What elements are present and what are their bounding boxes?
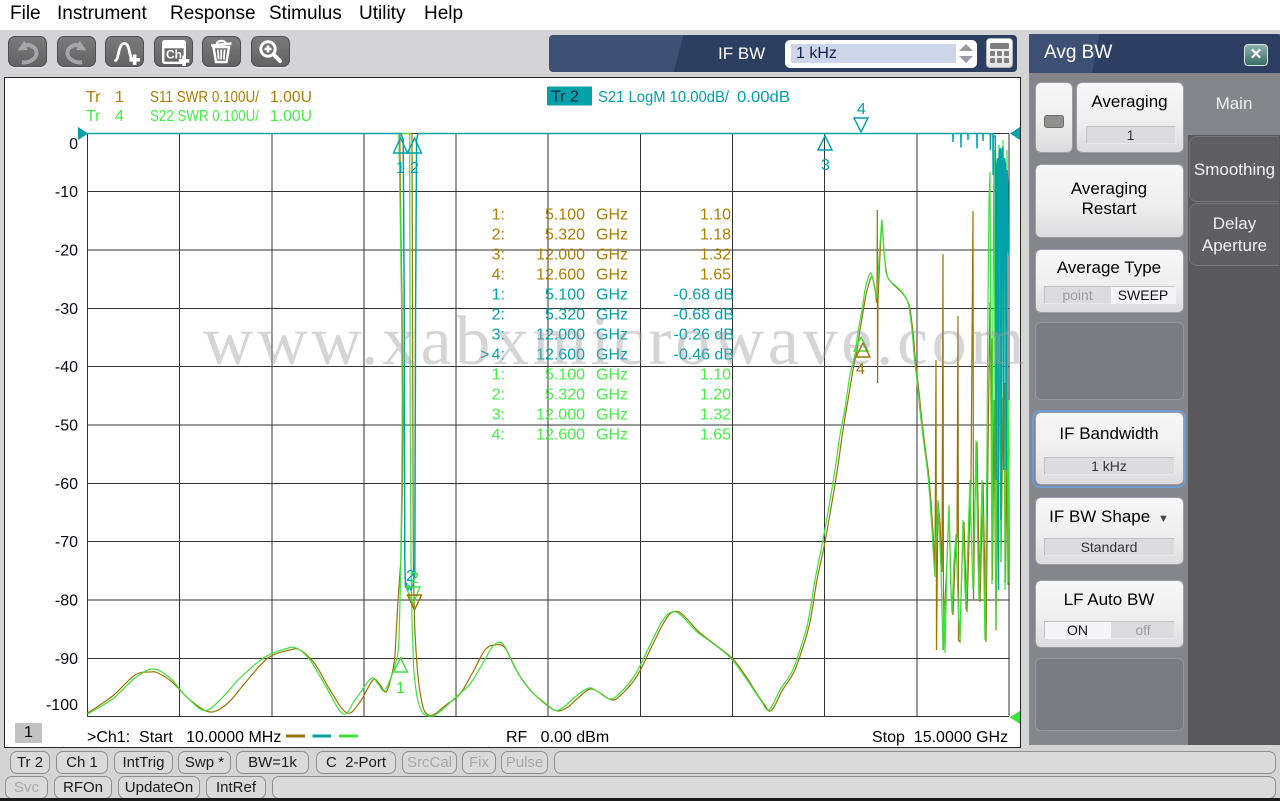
svg-text:1.32: 1.32 bbox=[700, 247, 731, 264]
svg-text:3:: 3: bbox=[492, 407, 505, 424]
svg-text:-20: -20 bbox=[55, 243, 78, 260]
svg-text:1.10: 1.10 bbox=[700, 207, 731, 224]
svg-text:GHz: GHz bbox=[596, 387, 628, 404]
svg-text:12.000: 12.000 bbox=[536, 407, 585, 424]
svg-text:RF 0.00 dBm: RF 0.00 dBm bbox=[506, 729, 609, 746]
svg-text:-40: -40 bbox=[55, 359, 78, 376]
svg-text:2:: 2: bbox=[492, 387, 505, 404]
svg-text:Stop 15.0000 GHz: Stop 15.0000 GHz bbox=[872, 729, 1008, 746]
svg-text:1.65: 1.65 bbox=[700, 427, 731, 444]
svg-text:-100: -100 bbox=[46, 697, 78, 714]
svg-text:12.000: 12.000 bbox=[536, 247, 585, 264]
svg-text:1:: 1: bbox=[492, 287, 505, 304]
svg-text:12.600: 12.600 bbox=[536, 427, 585, 444]
svg-text:1: 1 bbox=[396, 160, 405, 177]
svg-text:5.320: 5.320 bbox=[545, 387, 585, 404]
svg-text:-90: -90 bbox=[55, 651, 78, 668]
svg-text:12.600: 12.600 bbox=[536, 267, 585, 284]
svg-text:GHz: GHz bbox=[596, 227, 628, 244]
svg-text:1: 1 bbox=[396, 680, 405, 697]
svg-text:4: 4 bbox=[857, 101, 866, 118]
svg-text:-10: -10 bbox=[55, 184, 78, 201]
svg-text:Tr1S11 SWR 0.100U/1.00U: Tr 1 S11 SWR 0.100U/1.00U bbox=[86, 89, 312, 106]
svg-text:-80: -80 bbox=[55, 592, 78, 609]
svg-text:5.320: 5.320 bbox=[545, 227, 585, 244]
svg-text:>Ch1: Start 10.0000 MHz: >Ch1: Start 10.0000 MHz bbox=[87, 729, 281, 746]
svg-text:Tr 2: Tr 2 bbox=[551, 89, 579, 106]
svg-text:2: 2 bbox=[410, 160, 419, 177]
svg-text:5.100: 5.100 bbox=[545, 287, 585, 304]
svg-text:GHz: GHz bbox=[596, 427, 628, 444]
svg-text:GHz: GHz bbox=[596, 247, 628, 264]
svg-text:GHz: GHz bbox=[596, 287, 628, 304]
svg-text:4:: 4: bbox=[492, 267, 505, 284]
svg-text:-0.68 dB: -0.68 dB bbox=[674, 287, 734, 304]
svg-text:-30: -30 bbox=[55, 301, 78, 318]
svg-text:3:: 3: bbox=[492, 247, 505, 264]
svg-text:-60: -60 bbox=[55, 476, 78, 493]
svg-text:S21 LogM 10.00dB/0.00dB: S21 LogM 10.00dB/0.00dB bbox=[598, 89, 790, 106]
svg-text:4:: 4: bbox=[492, 427, 505, 444]
svg-text:GHz: GHz bbox=[596, 407, 628, 424]
svg-text:-50: -50 bbox=[55, 417, 78, 434]
svg-text:GHz: GHz bbox=[596, 207, 628, 224]
svg-text:1.65: 1.65 bbox=[700, 267, 731, 284]
svg-text:3: 3 bbox=[821, 157, 830, 174]
svg-text:Tr4S22 SWR 0.100U/1.00U: Tr 4 S22 SWR 0.100U/1.00U bbox=[86, 108, 312, 125]
svg-text:1.32: 1.32 bbox=[700, 407, 731, 424]
svg-text:GHz: GHz bbox=[596, 267, 628, 284]
svg-text:2:: 2: bbox=[492, 227, 505, 244]
svg-text:5.100: 5.100 bbox=[545, 207, 585, 224]
svg-text:-70: -70 bbox=[55, 534, 78, 551]
svg-text:2: 2 bbox=[410, 570, 419, 587]
svg-text:0: 0 bbox=[69, 136, 78, 153]
svg-text:1.18: 1.18 bbox=[700, 227, 731, 244]
svg-text:1:: 1: bbox=[492, 207, 505, 224]
svg-text:1.20: 1.20 bbox=[700, 387, 731, 404]
